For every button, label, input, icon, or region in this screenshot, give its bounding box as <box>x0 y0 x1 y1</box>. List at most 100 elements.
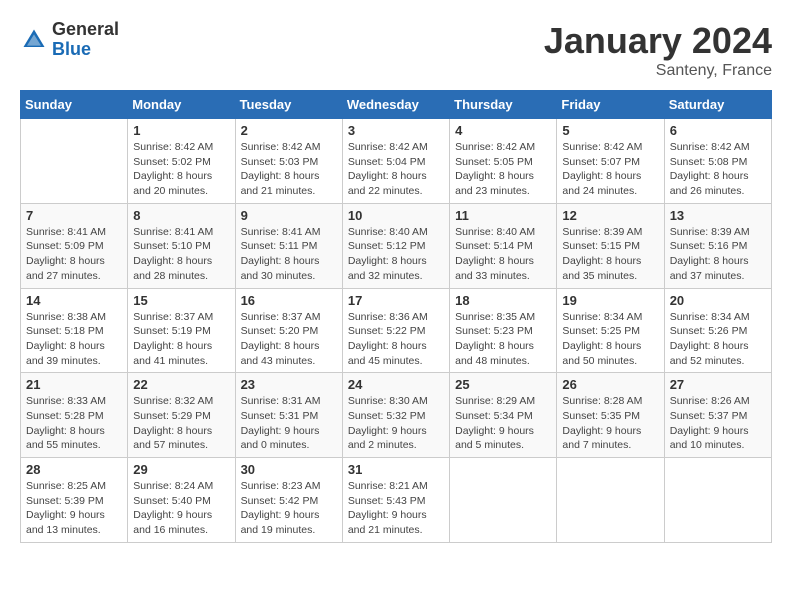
calendar-cell: 16Sunrise: 8:37 AMSunset: 5:20 PMDayligh… <box>235 288 342 373</box>
calendar-week-4: 21 Sunrise: 8:33 AMSunset: 5:28 PMDayligh… <box>21 373 772 458</box>
day-info: Sunrise: 8:40 AMSunset: 5:12 PMDaylight:… <box>348 225 444 284</box>
calendar-cell: 14 Sunrise: 8:38 AMSunset: 5:18 PMDayligh… <box>21 288 128 373</box>
day-info: Sunrise: 8:41 AMSunset: 5:09 PMDaylight:… <box>26 225 122 284</box>
day-info: Sunrise: 8:29 AMSunset: 5:34 PMDaylight:… <box>455 394 551 453</box>
day-info: Sunrise: 8:41 AMSunset: 5:10 PMDaylight:… <box>133 225 229 284</box>
day-header-saturday: Saturday <box>664 91 771 119</box>
day-number: 21 <box>26 377 122 392</box>
day-number: 20 <box>670 293 766 308</box>
day-number: 26 <box>562 377 658 392</box>
day-info: Sunrise: 8:42 AMSunset: 5:07 PMDaylight:… <box>562 140 658 199</box>
calendar-cell: 3 Sunrise: 8:42 AMSunset: 5:04 PMDaylight… <box>342 119 449 204</box>
day-number: 31 <box>348 462 444 477</box>
day-header-thursday: Thursday <box>450 91 557 119</box>
day-info: Sunrise: 8:38 AMSunset: 5:18 PMDaylight:… <box>26 310 122 369</box>
day-number: 11 <box>455 208 551 223</box>
calendar-cell: 28 Sunrise: 8:25 AMSunset: 5:39 PMDayligh… <box>21 458 128 543</box>
calendar-cell <box>21 119 128 204</box>
calendar-cell: 9Sunrise: 8:41 AMSunset: 5:11 PMDaylight… <box>235 203 342 288</box>
day-header-wednesday: Wednesday <box>342 91 449 119</box>
calendar-cell: 15 Sunrise: 8:37 AMSunset: 5:19 PMDayligh… <box>128 288 235 373</box>
calendar-table: SundayMondayTuesdayWednesdayThursdayFrid… <box>20 90 772 543</box>
day-info: Sunrise: 8:42 AMSunset: 5:08 PMDaylight:… <box>670 140 766 199</box>
day-info: Sunrise: 8:42 AMSunset: 5:05 PMDaylight:… <box>455 140 551 199</box>
day-number: 6 <box>670 123 766 138</box>
day-info: Sunrise: 8:37 AMSunset: 5:19 PMDaylight:… <box>133 310 229 369</box>
day-header-tuesday: Tuesday <box>235 91 342 119</box>
day-number: 17 <box>348 293 444 308</box>
day-number: 16 <box>241 293 337 308</box>
calendar-week-3: 14 Sunrise: 8:38 AMSunset: 5:18 PMDayligh… <box>21 288 772 373</box>
calendar-cell: 29Sunrise: 8:24 AMSunset: 5:40 PMDayligh… <box>128 458 235 543</box>
calendar-cell: 4 Sunrise: 8:42 AMSunset: 5:05 PMDaylight… <box>450 119 557 204</box>
day-number: 4 <box>455 123 551 138</box>
day-header-friday: Friday <box>557 91 664 119</box>
day-number: 12 <box>562 208 658 223</box>
day-info: Sunrise: 8:30 AMSunset: 5:32 PMDaylight:… <box>348 394 444 453</box>
day-info: Sunrise: 8:42 AMSunset: 5:04 PMDaylight:… <box>348 140 444 199</box>
calendar-cell: 12 Sunrise: 8:39 AMSunset: 5:15 PMDayligh… <box>557 203 664 288</box>
day-info: Sunrise: 8:23 AMSunset: 5:42 PMDaylight:… <box>241 479 337 538</box>
day-number: 15 <box>133 293 229 308</box>
logo-icon <box>20 26 48 54</box>
day-info: Sunrise: 8:40 AMSunset: 5:14 PMDaylight:… <box>455 225 551 284</box>
calendar-cell: 13 Sunrise: 8:39 AMSunset: 5:16 PMDayligh… <box>664 203 771 288</box>
calendar-cell: 30 Sunrise: 8:23 AMSunset: 5:42 PMDayligh… <box>235 458 342 543</box>
day-info: Sunrise: 8:21 AMSunset: 5:43 PMDaylight:… <box>348 479 444 538</box>
day-number: 18 <box>455 293 551 308</box>
day-number: 27 <box>670 377 766 392</box>
calendar-cell: 20Sunrise: 8:34 AMSunset: 5:26 PMDayligh… <box>664 288 771 373</box>
day-info: Sunrise: 8:28 AMSunset: 5:35 PMDaylight:… <box>562 394 658 453</box>
calendar-cell: 17 Sunrise: 8:36 AMSunset: 5:22 PMDayligh… <box>342 288 449 373</box>
day-number: 7 <box>26 208 122 223</box>
calendar-cell <box>450 458 557 543</box>
calendar-cell: 11 Sunrise: 8:40 AMSunset: 5:14 PMDayligh… <box>450 203 557 288</box>
calendar-cell: 22Sunrise: 8:32 AMSunset: 5:29 PMDayligh… <box>128 373 235 458</box>
month-title: January 2024 <box>544 20 772 62</box>
day-info: Sunrise: 8:33 AMSunset: 5:28 PMDaylight:… <box>26 394 122 453</box>
day-info: Sunrise: 8:24 AMSunset: 5:40 PMDaylight:… <box>133 479 229 538</box>
day-info: Sunrise: 8:32 AMSunset: 5:29 PMDaylight:… <box>133 394 229 453</box>
calendar-cell: 24 Sunrise: 8:30 AMSunset: 5:32 PMDayligh… <box>342 373 449 458</box>
calendar-cell: 31 Sunrise: 8:21 AMSunset: 5:43 PMDayligh… <box>342 458 449 543</box>
day-info: Sunrise: 8:26 AMSunset: 5:37 PMDaylight:… <box>670 394 766 453</box>
day-info: Sunrise: 8:39 AMSunset: 5:16 PMDaylight:… <box>670 225 766 284</box>
calendar-cell: 10 Sunrise: 8:40 AMSunset: 5:12 PMDayligh… <box>342 203 449 288</box>
day-number: 24 <box>348 377 444 392</box>
calendar-cell: 1Sunrise: 8:42 AMSunset: 5:02 PMDaylight… <box>128 119 235 204</box>
day-number: 10 <box>348 208 444 223</box>
day-number: 3 <box>348 123 444 138</box>
day-info: Sunrise: 8:35 AMSunset: 5:23 PMDaylight:… <box>455 310 551 369</box>
calendar-cell: 27 Sunrise: 8:26 AMSunset: 5:37 PMDayligh… <box>664 373 771 458</box>
calendar-cell: 21 Sunrise: 8:33 AMSunset: 5:28 PMDayligh… <box>21 373 128 458</box>
day-info: Sunrise: 8:42 AMSunset: 5:03 PMDaylight:… <box>241 140 337 199</box>
day-info: Sunrise: 8:31 AMSunset: 5:31 PMDaylight:… <box>241 394 337 453</box>
logo-general-text: General <box>52 20 119 40</box>
calendar-cell: 19Sunrise: 8:34 AMSunset: 5:25 PMDayligh… <box>557 288 664 373</box>
calendar-cell: 5Sunrise: 8:42 AMSunset: 5:07 PMDaylight… <box>557 119 664 204</box>
day-number: 13 <box>670 208 766 223</box>
header-row: SundayMondayTuesdayWednesdayThursdayFrid… <box>21 91 772 119</box>
day-number: 25 <box>455 377 551 392</box>
calendar-cell: 18 Sunrise: 8:35 AMSunset: 5:23 PMDayligh… <box>450 288 557 373</box>
day-info: Sunrise: 8:39 AMSunset: 5:15 PMDaylight:… <box>562 225 658 284</box>
day-number: 28 <box>26 462 122 477</box>
calendar-week-1: 1Sunrise: 8:42 AMSunset: 5:02 PMDaylight… <box>21 119 772 204</box>
day-number: 30 <box>241 462 337 477</box>
calendar-cell: 25 Sunrise: 8:29 AMSunset: 5:34 PMDayligh… <box>450 373 557 458</box>
calendar-week-5: 28 Sunrise: 8:25 AMSunset: 5:39 PMDayligh… <box>21 458 772 543</box>
day-number: 14 <box>26 293 122 308</box>
day-info: Sunrise: 8:36 AMSunset: 5:22 PMDaylight:… <box>348 310 444 369</box>
location-subtitle: Santeny, France <box>544 62 772 80</box>
calendar-cell: 23 Sunrise: 8:31 AMSunset: 5:31 PMDayligh… <box>235 373 342 458</box>
calendar-cell: 6 Sunrise: 8:42 AMSunset: 5:08 PMDaylight… <box>664 119 771 204</box>
day-info: Sunrise: 8:25 AMSunset: 5:39 PMDaylight:… <box>26 479 122 538</box>
calendar-cell: 8Sunrise: 8:41 AMSunset: 5:10 PMDaylight… <box>128 203 235 288</box>
day-info: Sunrise: 8:34 AMSunset: 5:25 PMDaylight:… <box>562 310 658 369</box>
calendar-week-2: 7 Sunrise: 8:41 AMSunset: 5:09 PMDaylight… <box>21 203 772 288</box>
day-header-sunday: Sunday <box>21 91 128 119</box>
day-info: Sunrise: 8:42 AMSunset: 5:02 PMDaylight:… <box>133 140 229 199</box>
day-number: 23 <box>241 377 337 392</box>
logo-blue-text: Blue <box>52 40 119 60</box>
title-block: January 2024 Santeny, France <box>544 20 772 80</box>
